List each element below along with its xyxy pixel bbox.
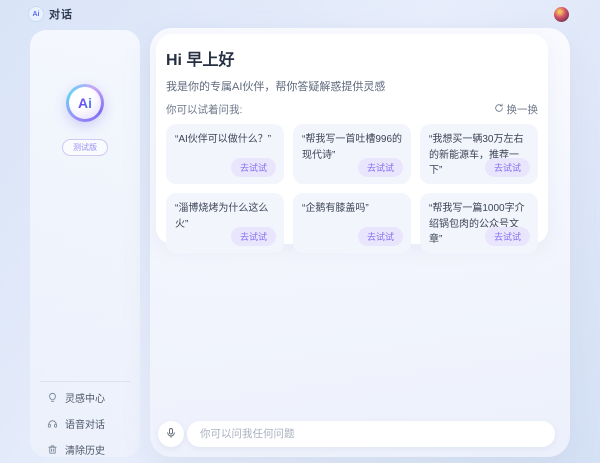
brand: Ai 对话 (28, 6, 73, 22)
try-button[interactable]: 去试试 (358, 158, 403, 177)
sidebar-item-voice-chat[interactable]: 语音对话 (40, 410, 130, 436)
mic-button[interactable] (158, 421, 184, 447)
try-button[interactable]: 去试试 (231, 227, 276, 246)
try-button[interactable]: 去试试 (358, 227, 403, 246)
try-button[interactable]: 去试试 (231, 158, 276, 177)
prompt-label: 你可以试着问我: (166, 102, 242, 117)
app-window: Ai 对话 Ai 测试版 灵感中心 语音对话 (0, 0, 600, 463)
suggestion-card[interactable]: “帮我写一篇1000字介绍锅包肉的公众号文章” 去试试 (420, 193, 538, 253)
chat-input[interactable] (187, 421, 555, 447)
microphone-icon (165, 427, 177, 442)
suggestion-grid: “AI伙伴可以做什么？” 去试试 “帮我写一首吐槽996的现代诗” 去试试 “我… (166, 124, 538, 253)
refresh-icon (494, 103, 504, 116)
app-title: 对话 (49, 6, 73, 22)
try-button[interactable]: 去试试 (485, 158, 530, 177)
suggestion-card[interactable]: “AI伙伴可以做什么？” 去试试 (166, 124, 284, 184)
refresh-suggestions-button[interactable]: 换一换 (494, 102, 539, 117)
sidebar-item-inspiration[interactable]: 灵感中心 (40, 384, 130, 410)
user-avatar[interactable] (554, 7, 569, 22)
sidebar-item-label: 清除历史 (65, 442, 105, 457)
ai-logo-inner: Ai (69, 87, 101, 119)
greeting-subtitle: 我是你的专属AI伙伴，帮你答疑解惑提供灵感 (166, 78, 538, 94)
try-button[interactable]: 去试试 (485, 227, 530, 246)
chat-input-bar (187, 421, 555, 447)
suggestion-text: “企鹅有膝盖吗” (302, 201, 402, 217)
sidebar-item-label: 灵感中心 (65, 390, 105, 405)
suggestion-card[interactable]: “帮我写一首吐槽996的现代诗” 去试试 (293, 124, 411, 184)
topbar: Ai 对话 (0, 0, 600, 28)
sidebar-item-label: 语音对话 (65, 416, 105, 431)
lightbulb-icon (47, 392, 58, 403)
chat-panel: Hi 早上好 我是你的专属AI伙伴，帮你答疑解惑提供灵感 你可以试着问我: 换一… (150, 28, 570, 457)
sidebar-item-clear-history[interactable]: 清除历史 (40, 436, 130, 462)
greeting-title: Hi 早上好 (166, 46, 538, 70)
suggestion-text: “AI伙伴可以做什么？” (175, 132, 275, 148)
headset-icon (47, 418, 58, 429)
greeting-card: Hi 早上好 我是你的专属AI伙伴，帮你答疑解惑提供灵感 你可以试着问我: 换一… (156, 34, 548, 244)
refresh-label: 换一换 (507, 102, 539, 117)
suggestion-card[interactable]: “我想买一辆30万左右的新能源车，推荐一下” 去试试 (420, 124, 538, 184)
app-logo-icon: Ai (28, 6, 44, 22)
ai-logo: Ai (66, 84, 104, 122)
sidebar: Ai 测试版 灵感中心 语音对话 清除历史 (30, 30, 140, 457)
suggestion-card[interactable]: “企鹅有膝盖吗” 去试试 (293, 193, 411, 253)
ai-logo-text: Ai (78, 95, 92, 111)
sidebar-menu: 灵感中心 语音对话 清除历史 建议反馈 (40, 381, 130, 463)
prompt-row: 你可以试着问我: 换一换 (166, 102, 538, 117)
trash-icon (47, 444, 58, 455)
beta-badge: 测试版 (62, 139, 108, 156)
suggestion-card[interactable]: “淄博烧烤为什么这么火” 去试试 (166, 193, 284, 253)
